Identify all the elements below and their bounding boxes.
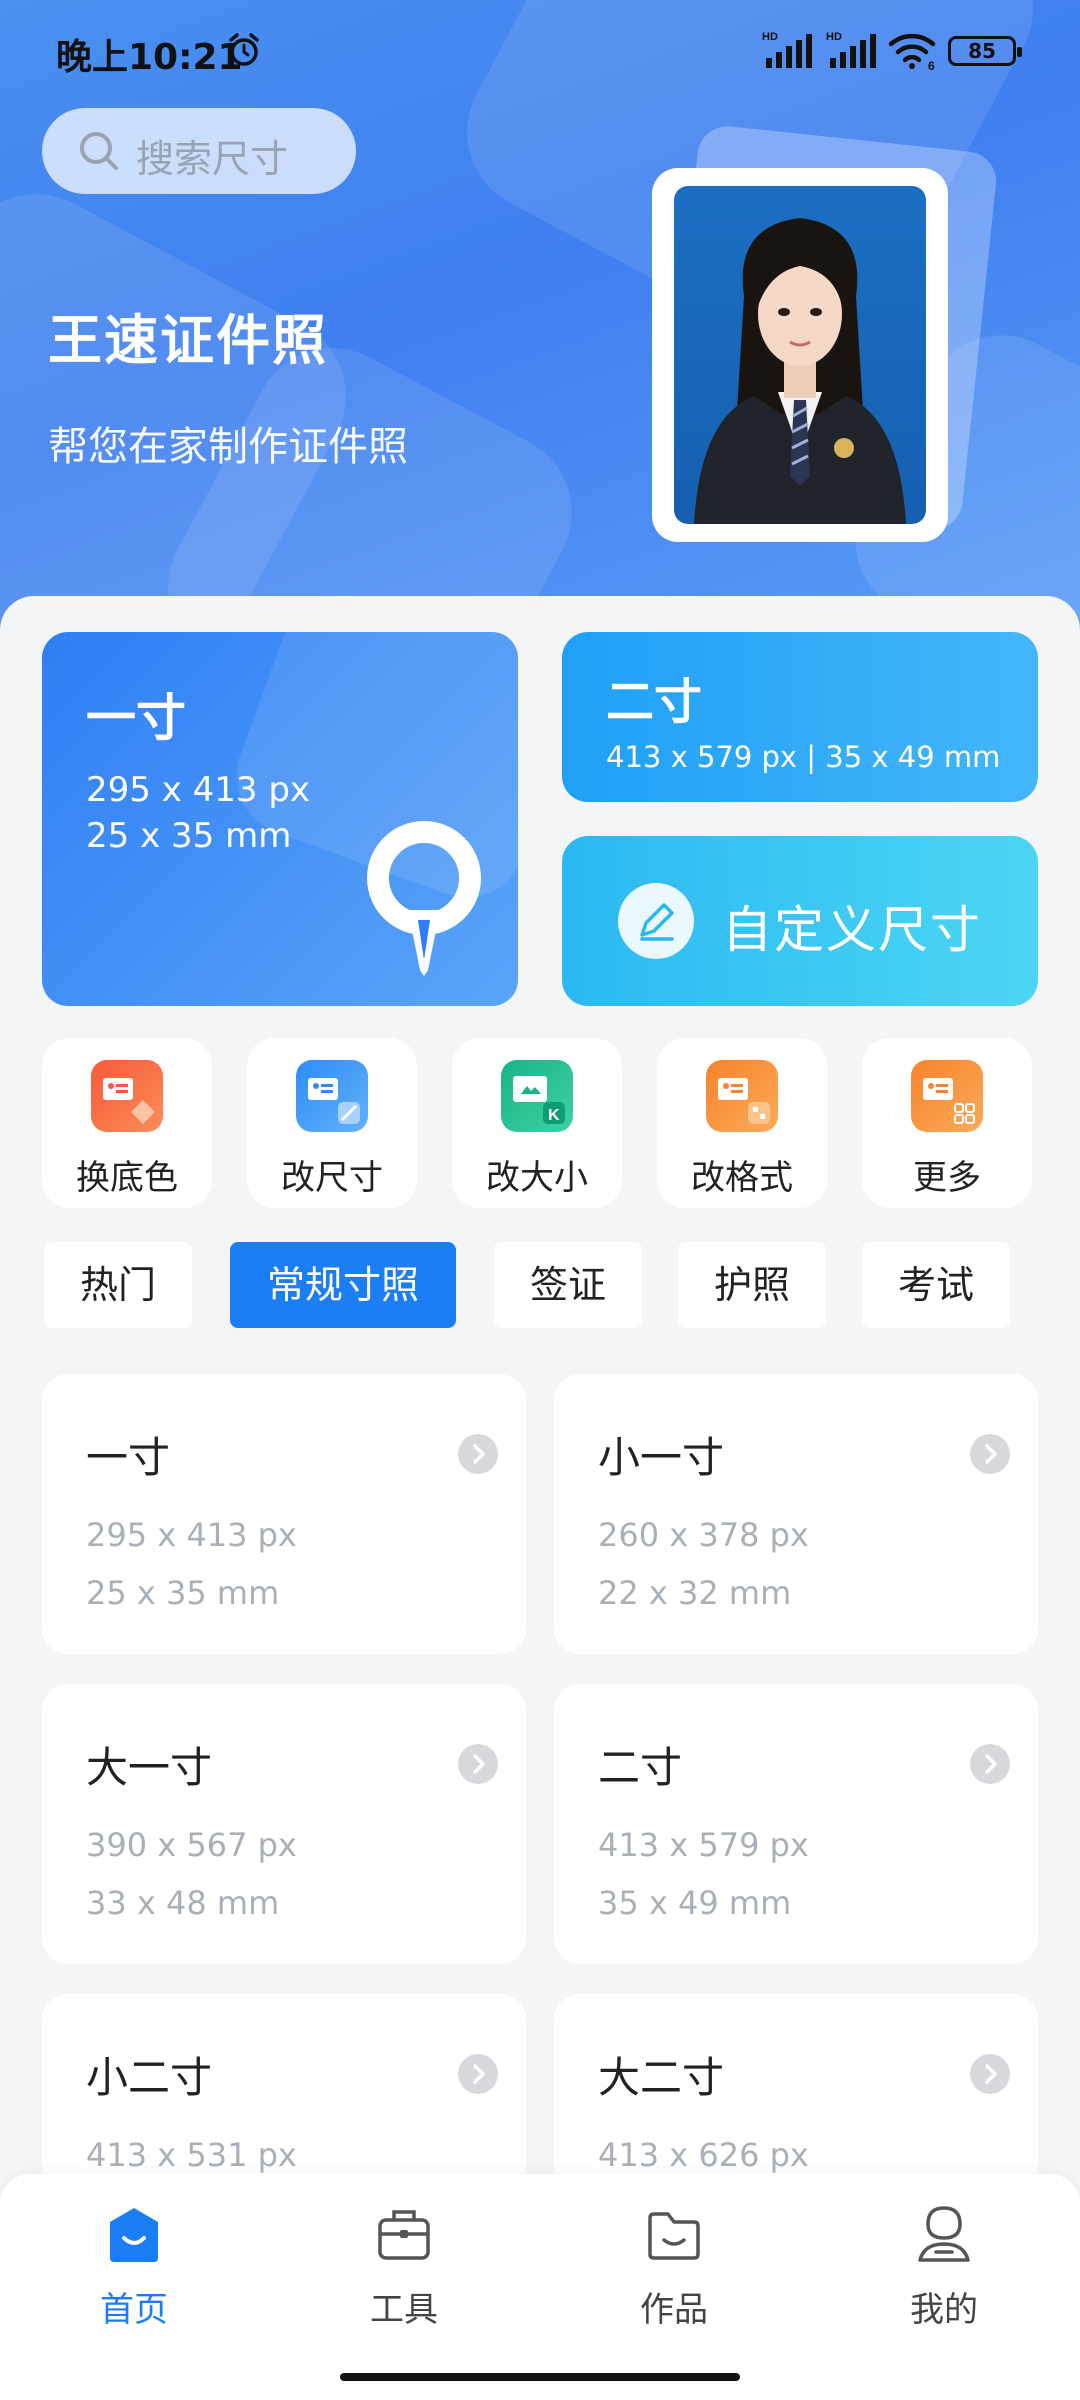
more-icon bbox=[911, 1060, 983, 1132]
size-name: 大一寸 bbox=[86, 1743, 213, 1792]
chevron-right-icon bbox=[970, 1434, 1010, 1474]
signal-icon: HD bbox=[762, 31, 812, 68]
status-bar: 晚上10:21 HD HD 6 85 bbox=[0, 0, 1080, 100]
tab-visa[interactable]: 签证 bbox=[494, 1242, 642, 1328]
size-mm: 22 x 32 mm bbox=[598, 1574, 792, 1612]
tool-more[interactable]: 更多 bbox=[862, 1038, 1032, 1208]
size-name: 一寸 bbox=[86, 1433, 171, 1482]
format-icon bbox=[706, 1060, 778, 1132]
size-card[interactable]: 一寸 295 x 413 px 25 x 35 mm bbox=[42, 1374, 526, 1654]
size-card[interactable]: 小一寸 260 x 378 px 22 x 32 mm bbox=[554, 1374, 1038, 1654]
size-px: 390 x 567 px bbox=[86, 1826, 297, 1864]
resize-icon bbox=[296, 1060, 368, 1132]
chevron-right-icon bbox=[458, 1434, 498, 1474]
award-ribbon-icon bbox=[367, 821, 481, 976]
size-px: 413 x 531 px bbox=[86, 2136, 297, 2174]
search-bar[interactable]: 搜索尺寸 bbox=[42, 108, 356, 194]
wifi-icon: 6 bbox=[888, 33, 936, 70]
tool-label: 换底色 bbox=[76, 1158, 178, 1198]
tool-resize[interactable]: 改尺寸 bbox=[247, 1038, 417, 1208]
card-two-inch-title: 二寸 bbox=[606, 674, 703, 730]
battery-indicator: 85 bbox=[948, 36, 1022, 66]
alarm-icon bbox=[229, 33, 259, 66]
size-name: 小二寸 bbox=[86, 2053, 213, 2102]
nav-profile[interactable]: 我的 bbox=[864, 2204, 1024, 2334]
tool-file-size[interactable]: K 改大小 bbox=[452, 1038, 622, 1208]
tab-exam[interactable]: 考试 bbox=[862, 1242, 1010, 1328]
home-icon bbox=[110, 2208, 158, 2262]
chevron-right-icon bbox=[970, 2054, 1010, 2094]
size-px: 413 x 579 px bbox=[598, 1826, 809, 1864]
card-one-inch-title: 一寸 bbox=[86, 689, 186, 747]
app-subtitle: 帮您在家制作证件照 bbox=[48, 424, 408, 470]
size-px: 295 x 413 px bbox=[86, 1516, 297, 1554]
chevron-right-icon bbox=[970, 1744, 1010, 1784]
tool-format[interactable]: 改格式 bbox=[657, 1038, 827, 1208]
size-mm: 35 x 49 mm bbox=[598, 1884, 792, 1922]
tab-passport[interactable]: 护照 bbox=[678, 1242, 826, 1328]
tool-label: 改尺寸 bbox=[281, 1158, 383, 1198]
size-px: 413 x 626 px bbox=[598, 2136, 809, 2174]
nav-works[interactable]: 作品 bbox=[594, 2204, 754, 2334]
app-title: 王速证件照 bbox=[48, 309, 328, 372]
tab-regular[interactable]: 常规寸照 bbox=[230, 1242, 456, 1328]
nav-label: 工具 bbox=[370, 2290, 438, 2330]
size-mm: 25 x 35 mm bbox=[86, 1574, 280, 1612]
status-time: 晚上10:21 bbox=[56, 37, 243, 78]
nav-label: 我的 bbox=[910, 2290, 978, 2330]
tool-change-background[interactable]: 换底色 bbox=[42, 1038, 212, 1208]
size-name: 小一寸 bbox=[598, 1433, 725, 1482]
svg-text:K: K bbox=[548, 1107, 560, 1124]
tool-label: 更多 bbox=[913, 1158, 981, 1198]
size-mm: 33 x 48 mm bbox=[86, 1884, 280, 1922]
signal-icon: HD bbox=[826, 31, 876, 68]
card-two-inch[interactable]: 二寸 413 x 579 px | 35 x 49 mm bbox=[562, 632, 1038, 802]
card-one-inch-mm: 25 x 35 mm bbox=[86, 816, 292, 856]
size-px: 260 x 378 px bbox=[598, 1516, 809, 1554]
card-two-inch-desc: 413 x 579 px | 35 x 49 mm bbox=[606, 740, 1001, 774]
search-icon bbox=[80, 132, 118, 170]
nav-home[interactable]: 首页 bbox=[54, 2204, 214, 2334]
card-one-inch-px: 295 x 413 px bbox=[86, 770, 311, 810]
nav-tools[interactable]: 工具 bbox=[324, 2204, 484, 2334]
sample-id-photo bbox=[674, 186, 926, 524]
home-indicator bbox=[340, 2373, 740, 2381]
chevron-right-icon bbox=[458, 2054, 498, 2094]
svg-text:HD: HD bbox=[762, 31, 778, 43]
svg-text:6: 6 bbox=[928, 59, 935, 70]
nav-label: 作品 bbox=[640, 2290, 708, 2330]
chevron-right-icon bbox=[458, 1744, 498, 1784]
file-size-icon: K bbox=[501, 1060, 573, 1132]
card-custom-size[interactable]: 自定义尺寸 bbox=[562, 836, 1038, 1006]
edit-icon bbox=[618, 883, 694, 959]
size-card[interactable]: 大一寸 390 x 567 px 33 x 48 mm bbox=[42, 1684, 526, 1964]
search-placeholder: 搜索尺寸 bbox=[136, 137, 289, 181]
card-one-inch[interactable]: 一寸 295 x 413 px 25 x 35 mm bbox=[42, 632, 518, 1006]
size-name: 二寸 bbox=[598, 1743, 683, 1792]
size-card[interactable]: 二寸 413 x 579 px 35 x 49 mm bbox=[554, 1684, 1038, 1964]
folder-icon bbox=[648, 2212, 700, 2260]
profile-icon bbox=[918, 2206, 970, 2262]
toolbox-icon bbox=[378, 2210, 430, 2260]
svg-text:HD: HD bbox=[826, 31, 842, 43]
tool-label: 改格式 bbox=[691, 1158, 793, 1198]
change-background-icon bbox=[91, 1060, 163, 1132]
card-custom-size-title: 自定义尺寸 bbox=[722, 901, 982, 959]
nav-label: 首页 bbox=[100, 2290, 168, 2330]
size-name: 大二寸 bbox=[598, 2053, 725, 2102]
tab-hot[interactable]: 热门 bbox=[44, 1242, 192, 1328]
tool-label: 改大小 bbox=[486, 1158, 588, 1198]
